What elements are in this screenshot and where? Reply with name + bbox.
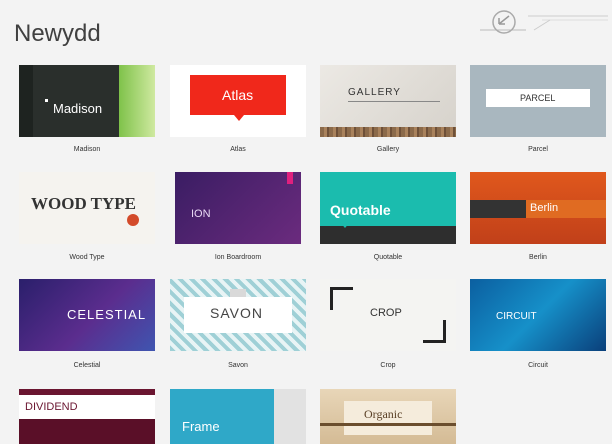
theme-title: Madison: [53, 101, 103, 116]
theme-tile-madison[interactable]: Madison: [19, 65, 155, 137]
theme-tile-atlas[interactable]: Atlas: [170, 65, 306, 137]
theme-tile-ion-boardroom[interactable]: ION: [175, 172, 301, 244]
theme-title: Frame: [182, 419, 220, 434]
theme-tile-parcel[interactable]: PARCEL: [470, 65, 606, 137]
theme-title: WOOD TYPE: [31, 194, 137, 213]
theme-name: Parcel: [528, 146, 548, 153]
theme-title: SAVON: [210, 305, 263, 321]
theme-tile-berlin[interactable]: Berlin: [470, 172, 606, 244]
back-arrow-icon[interactable]: [480, 6, 610, 42]
theme-title: DIVIDEND: [25, 401, 78, 413]
theme-tile-crop[interactable]: CROP: [320, 279, 456, 351]
theme-name: Gallery: [376, 146, 400, 153]
theme-tile-quotable[interactable]: Quotable: [320, 172, 456, 244]
theme-title: CELESTIAL: [67, 307, 147, 322]
theme-title: Berlin: [530, 202, 559, 214]
theme-name: Berlin: [529, 254, 547, 261]
theme-tile-frame[interactable]: Frame: [170, 389, 306, 444]
theme-tile-dividend[interactable]: DIVIDEND: [19, 389, 155, 444]
theme-title: CIRCUIT: [496, 311, 537, 322]
theme-tile-celestial[interactable]: CELESTIAL: [19, 279, 155, 351]
theme-title: GALLERY: [348, 87, 401, 98]
theme-name: Wood Type: [69, 254, 105, 261]
theme-tile-circuit[interactable]: CIRCUIT: [470, 279, 606, 351]
theme-title: ION: [191, 208, 211, 220]
theme-name: Crop: [380, 362, 396, 369]
page-title: Newydd: [14, 20, 101, 47]
theme-name: Ion Boardroom: [214, 254, 262, 261]
theme-tile-organic[interactable]: Organic: [320, 389, 456, 444]
theme-name: Celestial: [73, 362, 101, 369]
theme-tile-gallery[interactable]: GALLERY: [320, 65, 456, 137]
theme-title: Quotable: [330, 202, 391, 218]
theme-tile-wood-type[interactable]: WOOD TYPE: [19, 172, 155, 244]
theme-name: Savon: [228, 362, 248, 369]
theme-title: Organic: [364, 407, 403, 421]
theme-name: Atlas: [230, 146, 246, 153]
theme-tile-savon[interactable]: SAVON: [170, 279, 306, 351]
theme-name: Quotable: [373, 254, 403, 261]
theme-name: Circuit: [528, 362, 548, 369]
theme-title: Atlas: [222, 87, 254, 103]
theme-title: CROP: [370, 307, 402, 319]
theme-title: PARCEL: [520, 93, 556, 103]
theme-name: Madison: [73, 146, 101, 153]
